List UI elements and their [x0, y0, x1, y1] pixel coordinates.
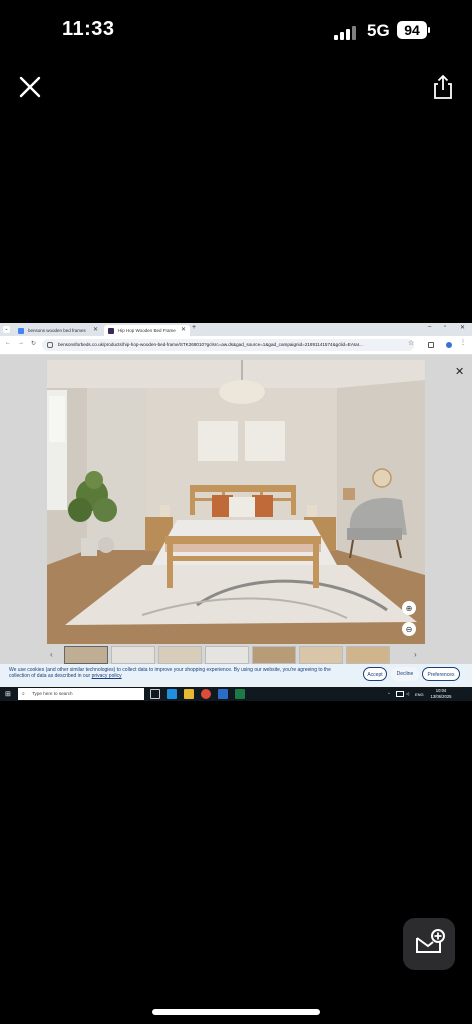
url-text: bensonsforbeds.co.uk/products/hip-hop-wo…	[58, 342, 363, 347]
cookie-banner: We use cookies (and other similar techno…	[0, 664, 472, 686]
add-to-collection-icon[interactable]	[403, 918, 455, 970]
excel-icon[interactable]	[235, 689, 245, 699]
product-image-viewer: ⊕ ⊖ ✕ ‹ ›	[0, 355, 472, 664]
thumbnail-image[interactable]	[158, 646, 202, 664]
forward-icon[interactable]: →	[18, 340, 24, 346]
tray-overflow-icon[interactable]: ^	[388, 691, 390, 696]
cookie-message: We use cookies (and other similar techno…	[9, 667, 339, 680]
language-indicator[interactable]: ENG	[415, 692, 424, 697]
decline-cookies-button[interactable]: Decline	[391, 667, 419, 681]
network-type: 5G	[367, 21, 390, 40]
reload-icon[interactable]: ↻	[31, 340, 36, 347]
menu-dots-icon[interactable]: ⋮	[460, 339, 466, 346]
google-icon	[18, 328, 24, 334]
task-view-icon[interactable]	[150, 689, 160, 699]
viewer-close-icon[interactable]: ✕	[455, 365, 464, 378]
svg-text:⊕: ⊕	[406, 604, 413, 613]
bedroom-product-photo[interactable]: ⊕ ⊖	[47, 360, 425, 644]
volume-icon[interactable]: ◁	[406, 691, 409, 696]
taskbar-clock[interactable]: 10:04 13/06/2025	[428, 688, 454, 699]
accept-cookies-button[interactable]: Accept	[363, 667, 387, 681]
tab-label: bensons wooden bed frames	[28, 328, 86, 333]
window-close-icon[interactable]: ✕	[460, 324, 465, 331]
battery-icon	[428, 27, 430, 33]
taskbar-search-placeholder: Type here to search	[32, 691, 73, 696]
extensions-icon[interactable]	[428, 342, 434, 348]
profile-avatar-icon[interactable]	[446, 342, 452, 348]
desktop-screenshot: ⌄ bensons wooden bed frames ✕ Hip Hop Wo…	[0, 323, 472, 701]
windows-start-icon[interactable]: ⊞	[5, 690, 11, 698]
share-icon[interactable]	[430, 74, 456, 100]
thumbnail-image[interactable]	[346, 646, 390, 664]
thumbnail-image[interactable]	[64, 646, 108, 664]
back-icon[interactable]: ←	[5, 340, 11, 346]
edge-icon[interactable]	[167, 689, 177, 699]
search-icon: ⌕	[22, 691, 25, 697]
tab-close-icon[interactable]: ✕	[93, 325, 98, 336]
battery-level: 94	[397, 21, 427, 39]
taskbar-search-box[interactable]: ⌕ Type here to search	[18, 688, 144, 700]
thumbnail-image[interactable]	[205, 646, 249, 664]
cookie-preferences-button[interactable]: Preferences	[422, 667, 460, 681]
clock-date: 13/06/2025	[430, 693, 452, 699]
outlook-icon[interactable]	[218, 689, 228, 699]
tab-close-icon[interactable]: ✕	[181, 325, 186, 336]
bensons-favicon-icon	[108, 328, 114, 334]
chrome-icon[interactable]	[201, 689, 211, 699]
privacy-policy-link[interactable]: privacy policy	[92, 673, 122, 679]
tab-bensons-search[interactable]: bensons wooden bed frames ✕	[14, 325, 102, 336]
thumbnail-prev-icon[interactable]: ‹	[50, 650, 53, 659]
thumbnail-next-icon[interactable]: ›	[414, 650, 417, 659]
tab-label: Hip Hop Wooden Bed Frame	[118, 328, 176, 333]
address-bar[interactable]: bensonsforbeds.co.uk/products/hip-hop-wo…	[42, 339, 414, 351]
browser-toolbar: ← → ↻ bensonsforbeds.co.uk/products/hip-…	[0, 336, 472, 355]
thumbnail-image[interactable]	[252, 646, 296, 664]
cookie-message-text: We use cookies (and other similar techno…	[9, 667, 331, 680]
tab-hip-hop-bed-frame[interactable]: Hip Hop Wooden Bed Frame ✕	[104, 325, 190, 336]
thumbnail-strip: ‹ ›	[50, 646, 417, 664]
home-indicator[interactable]	[152, 1009, 320, 1015]
minimize-icon[interactable]: –	[428, 324, 431, 330]
thumbnail-image[interactable]	[299, 646, 343, 664]
svg-text:⊖: ⊖	[406, 625, 413, 634]
network-icon[interactable]	[396, 691, 404, 697]
cellular-signal-icon	[334, 24, 356, 40]
tab-search-icon[interactable]: ⌄	[3, 326, 10, 333]
close-icon[interactable]	[17, 74, 43, 100]
thumbnail-image[interactable]	[111, 646, 155, 664]
status-time: 11:33	[62, 18, 115, 40]
maximize-icon[interactable]: ▫	[444, 324, 446, 330]
site-info-icon[interactable]	[47, 342, 53, 348]
file-explorer-icon[interactable]	[184, 689, 194, 699]
browser-tab-strip: ⌄ bensons wooden bed frames ✕ Hip Hop Wo…	[0, 323, 472, 336]
bookmark-star-icon[interactable]: ☆	[408, 339, 414, 347]
new-tab-icon[interactable]: +	[192, 324, 196, 331]
windows-taskbar: ⊞ ⌕ Type here to search ^ ◁ ENG 10:04 13…	[0, 687, 472, 701]
